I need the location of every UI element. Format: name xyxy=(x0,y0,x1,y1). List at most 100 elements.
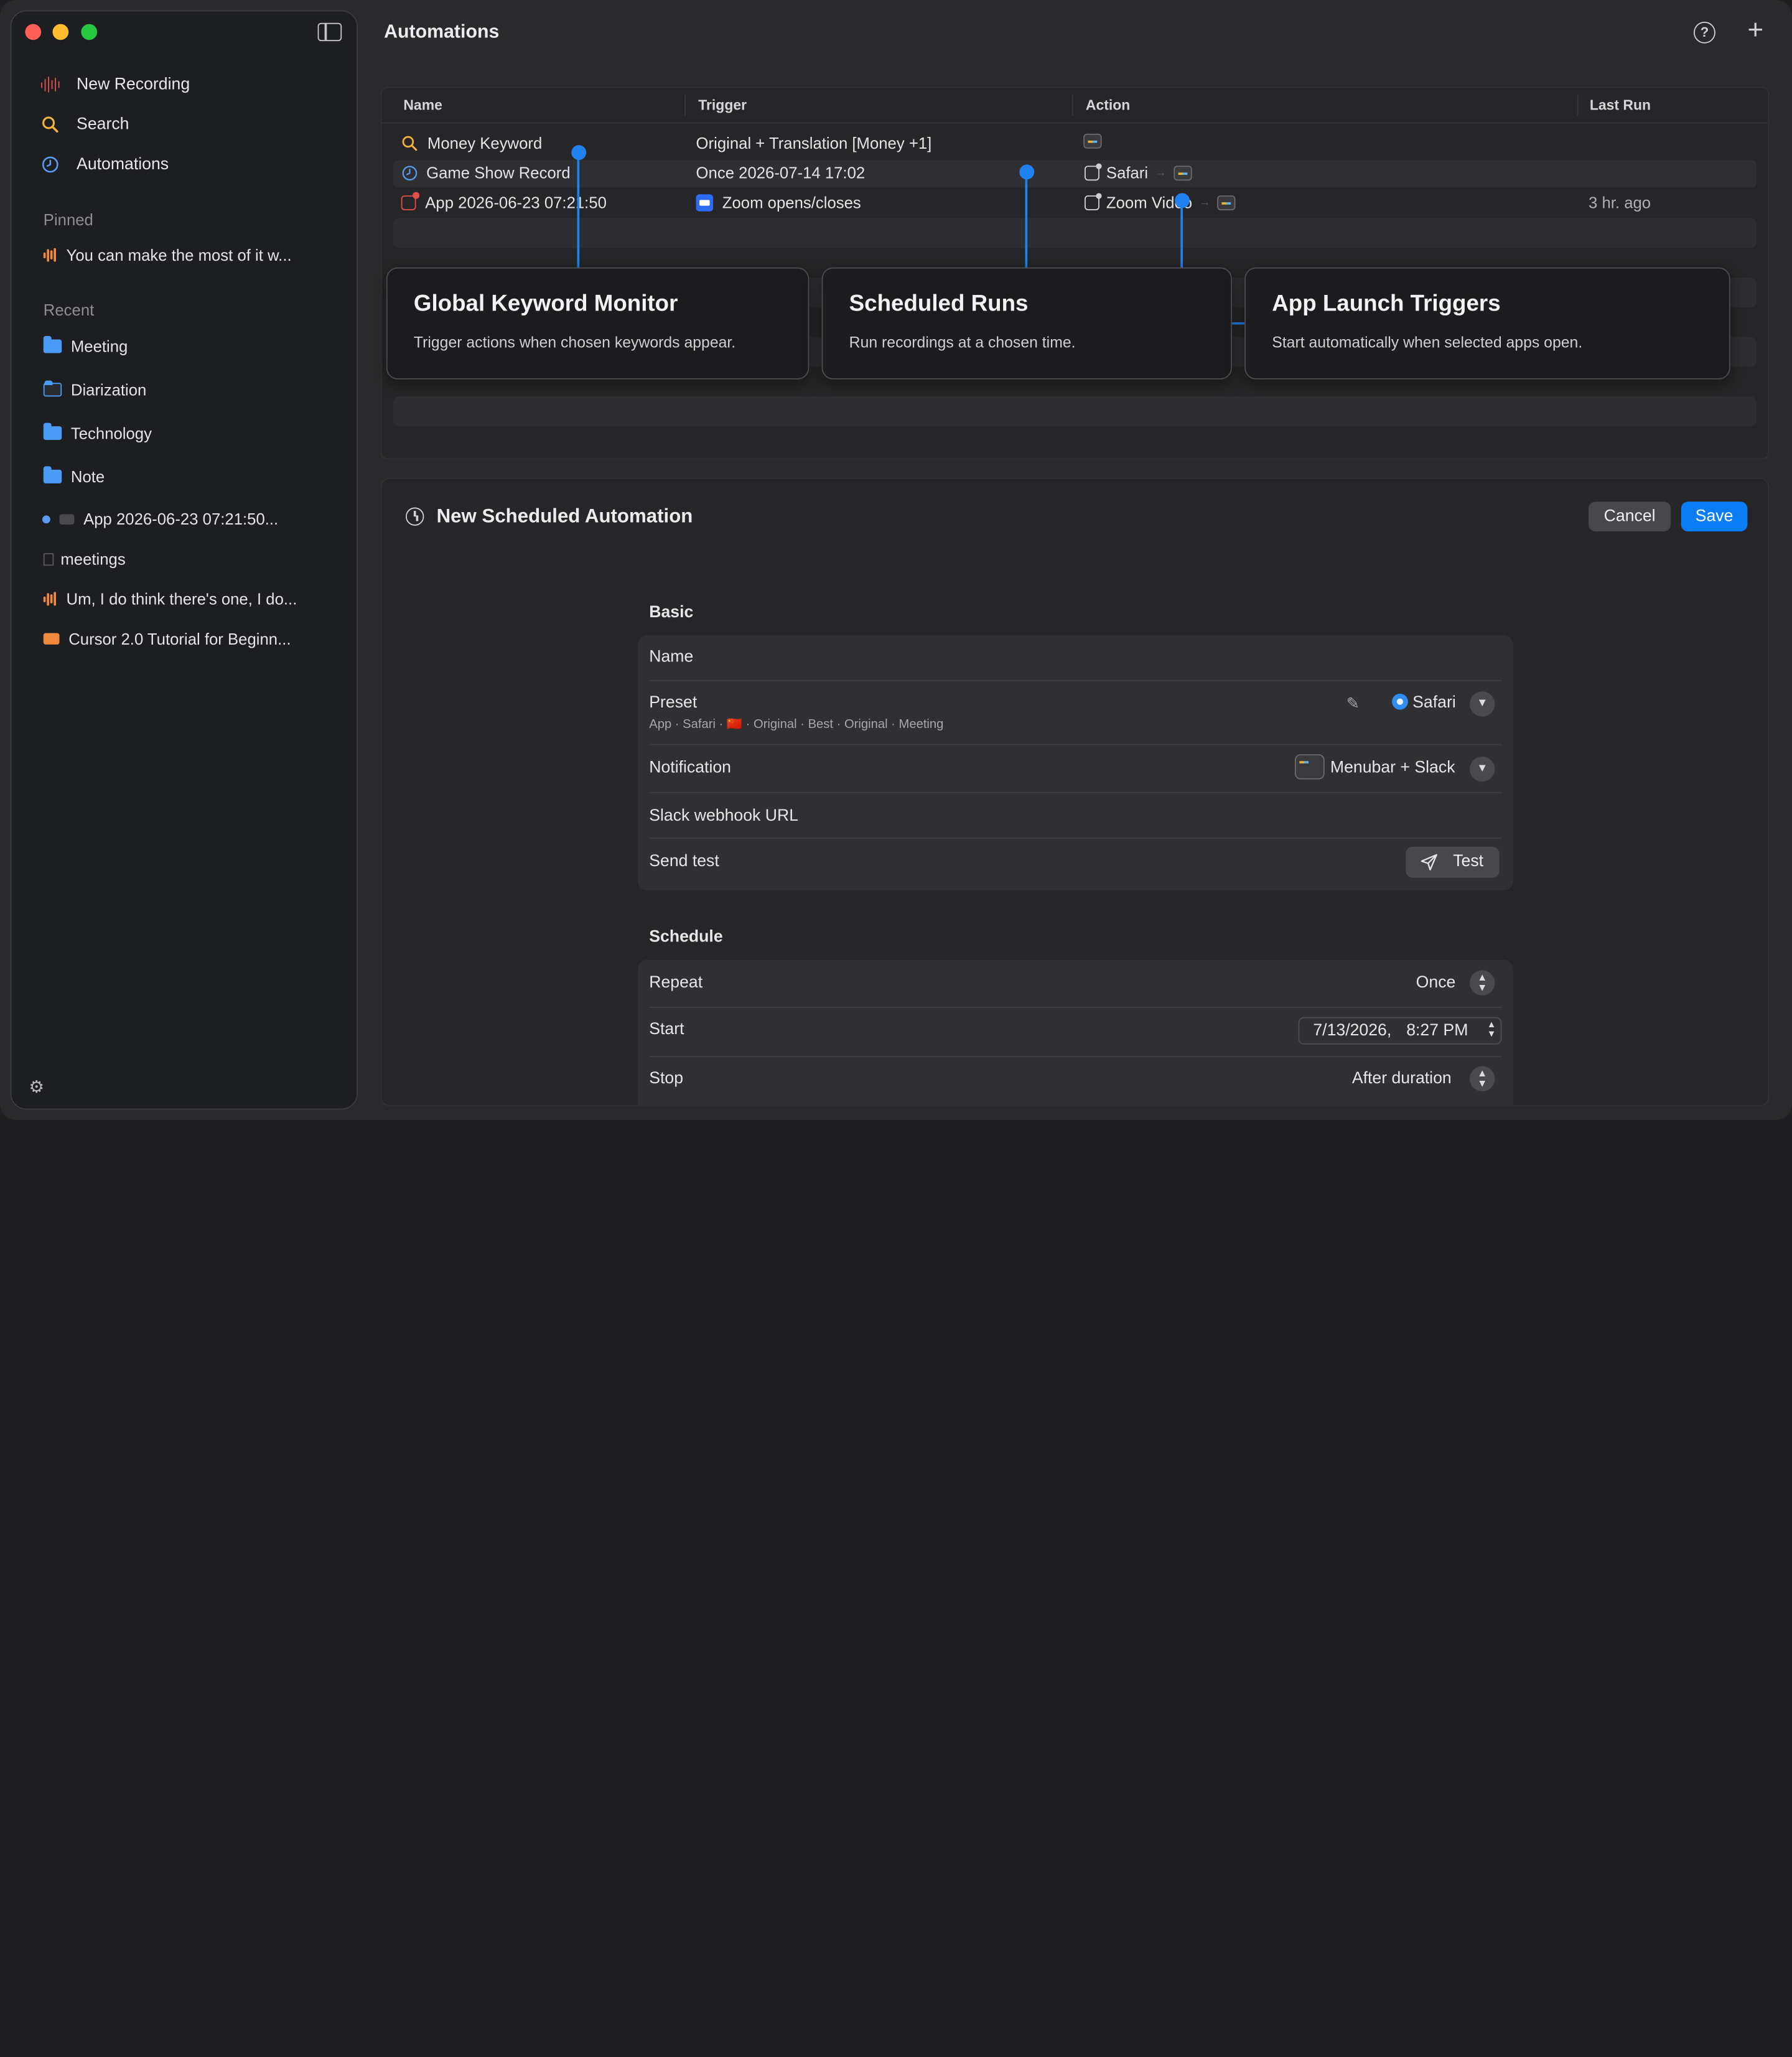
row-divider xyxy=(649,837,1502,839)
start-date: 7/13/2026, xyxy=(1313,1022,1392,1040)
start-row: Start 7/13/2026, 8:27 PM ▲ ▼ xyxy=(649,1017,1502,1045)
paper-plane-icon xyxy=(1421,854,1437,870)
action-label: Safari xyxy=(1106,163,1149,182)
add-automation-button[interactable]: + xyxy=(1747,17,1763,45)
app-icon xyxy=(1085,192,1102,210)
preset-label: Preset xyxy=(649,693,698,712)
stepper-icon[interactable]: ▲ ▼ xyxy=(1487,1020,1496,1038)
recent-item-meetings[interactable]: meetings xyxy=(43,549,126,568)
send-test-row: Send test Test xyxy=(649,846,1501,878)
callout-title: Global Keyword Monitor xyxy=(413,291,678,317)
recent-section-label: Recent xyxy=(43,301,95,319)
recent-item-note[interactable]: Note xyxy=(43,466,105,486)
name-cell: App 2026-06-23 07:21:50 xyxy=(401,191,607,212)
callout-keyword-monitor: Global Keyword Monitor Trigger actions w… xyxy=(386,267,810,380)
close-window-button[interactable] xyxy=(25,24,42,40)
schedule-group: Repeat Once ▲ ▼ Start 7/13/2026, 8:27 PM … xyxy=(637,959,1513,1106)
arrow-right-icon: → xyxy=(1155,166,1167,179)
pencil-icon[interactable]: ✎ xyxy=(1346,694,1360,713)
row-name: Money Keyword xyxy=(427,133,543,152)
callout-connector xyxy=(1230,322,1246,325)
callout-app-launch: App Launch Triggers Start automatically … xyxy=(1244,267,1730,380)
action-cell: Safari → xyxy=(1085,162,1192,182)
recent-item-video[interactable]: Cursor 2.0 Tutorial for Beginn... xyxy=(43,630,291,648)
name-row[interactable]: Name xyxy=(649,648,1501,666)
sidebar-item-new-recording[interactable]: New Recording xyxy=(41,75,190,94)
header-divider xyxy=(381,122,1768,124)
page-title: Automations xyxy=(384,21,500,42)
action-cell: Zoom Video → xyxy=(1085,192,1236,212)
notification-label: Notification xyxy=(649,758,732,777)
callout-title: Scheduled Runs xyxy=(849,291,1029,317)
name-label: Name xyxy=(649,648,694,666)
record-app-icon xyxy=(401,191,420,210)
callout-text: Trigger actions when chosen keywords app… xyxy=(413,334,736,351)
table-row[interactable]: Money Keyword Original + Translation [Mo… xyxy=(393,130,1757,157)
notification-icon xyxy=(1083,133,1102,149)
chevron-down-icon[interactable]: ▼ xyxy=(1469,691,1495,717)
stepper-icon[interactable]: ▲ ▼ xyxy=(1469,970,1495,996)
preset-value: Safari xyxy=(1412,693,1456,712)
callout-connector xyxy=(577,152,580,269)
trigger-cell: Zoom opens/closes xyxy=(696,193,861,212)
preset-summary: App · Safari · 🇨🇳 · Original · Best · Or… xyxy=(649,717,944,732)
chevron-down-icon[interactable]: ▼ xyxy=(1469,756,1495,782)
notification-row: Notification Menubar + Slack ▼ xyxy=(649,754,1501,782)
test-button[interactable]: Test xyxy=(1406,846,1500,878)
sidebar-item-label: Search xyxy=(77,115,129,134)
stop-value[interactable]: After duration xyxy=(1352,1070,1452,1088)
webhook-label: Slack webhook URL xyxy=(649,806,799,826)
new-automation-panel: New Scheduled Automation Cancel Save Bas… xyxy=(380,477,1770,1106)
repeat-label: Repeat xyxy=(649,973,703,992)
cancel-button[interactable]: Cancel xyxy=(1589,501,1671,532)
column-header-name[interactable]: Name xyxy=(403,97,442,113)
camera-icon xyxy=(59,513,75,525)
repeat-value[interactable]: Once xyxy=(1416,974,1456,992)
waveform-icon xyxy=(43,592,57,606)
recent-item-label: Technology xyxy=(70,424,152,442)
action-cell xyxy=(1083,133,1102,149)
notification-icon xyxy=(1217,195,1236,210)
recent-item-label: App 2026-06-23 07:21:50... xyxy=(83,510,279,528)
row-divider xyxy=(649,1007,1502,1008)
help-icon[interactable]: ? xyxy=(1693,21,1715,44)
column-divider xyxy=(1071,95,1073,116)
column-header-last-run[interactable]: Last Run xyxy=(1590,97,1651,113)
callout-text: Start automatically when selected apps o… xyxy=(1272,334,1583,351)
recent-item-meeting[interactable]: Meeting xyxy=(43,335,128,356)
name-cell: Game Show Record xyxy=(401,164,571,182)
sidebar-toggle-icon[interactable] xyxy=(317,22,342,42)
waveform-icon xyxy=(43,248,57,262)
folder-icon xyxy=(43,466,62,483)
recent-item-technology[interactable]: Technology xyxy=(43,422,152,442)
row-divider xyxy=(649,744,1502,745)
sidebar-item-search[interactable]: Search xyxy=(41,116,129,134)
preset-row: Preset App · Safari · 🇨🇳 · Original · Be… xyxy=(649,691,1501,739)
callout-title: App Launch Triggers xyxy=(1272,291,1501,317)
preset-selector[interactable]: Safari xyxy=(1392,693,1456,712)
start-datetime-field[interactable]: 7/13/2026, 8:27 PM ▲ ▼ xyxy=(1298,1017,1502,1045)
start-time: 8:27 PM xyxy=(1406,1022,1468,1040)
pinned-item-label: You can make the most of it w... xyxy=(66,245,292,264)
table-row[interactable]: Game Show Record Once 2026-07-14 17:02 S… xyxy=(393,160,1757,188)
recent-item-diarization[interactable]: Diarization xyxy=(43,380,146,399)
gear-icon[interactable]: ⚙ xyxy=(27,1078,45,1097)
webhook-row[interactable]: Slack webhook URL xyxy=(649,807,1501,825)
recent-item-app-recording[interactable]: App 2026-06-23 07:21:50... xyxy=(42,510,278,528)
basic-section-label: Basic xyxy=(649,603,694,622)
recent-item-transcript[interactable]: Um, I do think there's one, I do... xyxy=(43,590,297,608)
row-divider xyxy=(649,679,1502,681)
save-button[interactable]: Save xyxy=(1681,501,1748,532)
table-row[interactable]: App 2026-06-23 07:21:50 Zoom opens/close… xyxy=(393,190,1757,217)
notification-value[interactable]: Menubar + Slack xyxy=(1330,759,1455,777)
recent-item-label: Meeting xyxy=(70,337,128,356)
zoom-window-button[interactable] xyxy=(81,24,98,40)
notification-icon xyxy=(1294,754,1325,780)
column-header-trigger[interactable]: Trigger xyxy=(698,97,747,113)
callout-pin xyxy=(1175,193,1190,208)
sidebar-item-automations[interactable]: Automations xyxy=(41,156,169,174)
column-header-action[interactable]: Action xyxy=(1086,97,1130,113)
pinned-item[interactable]: You can make the most of it w... xyxy=(43,245,292,264)
minimize-window-button[interactable] xyxy=(52,24,69,40)
stepper-icon[interactable]: ▲ ▼ xyxy=(1469,1066,1495,1092)
